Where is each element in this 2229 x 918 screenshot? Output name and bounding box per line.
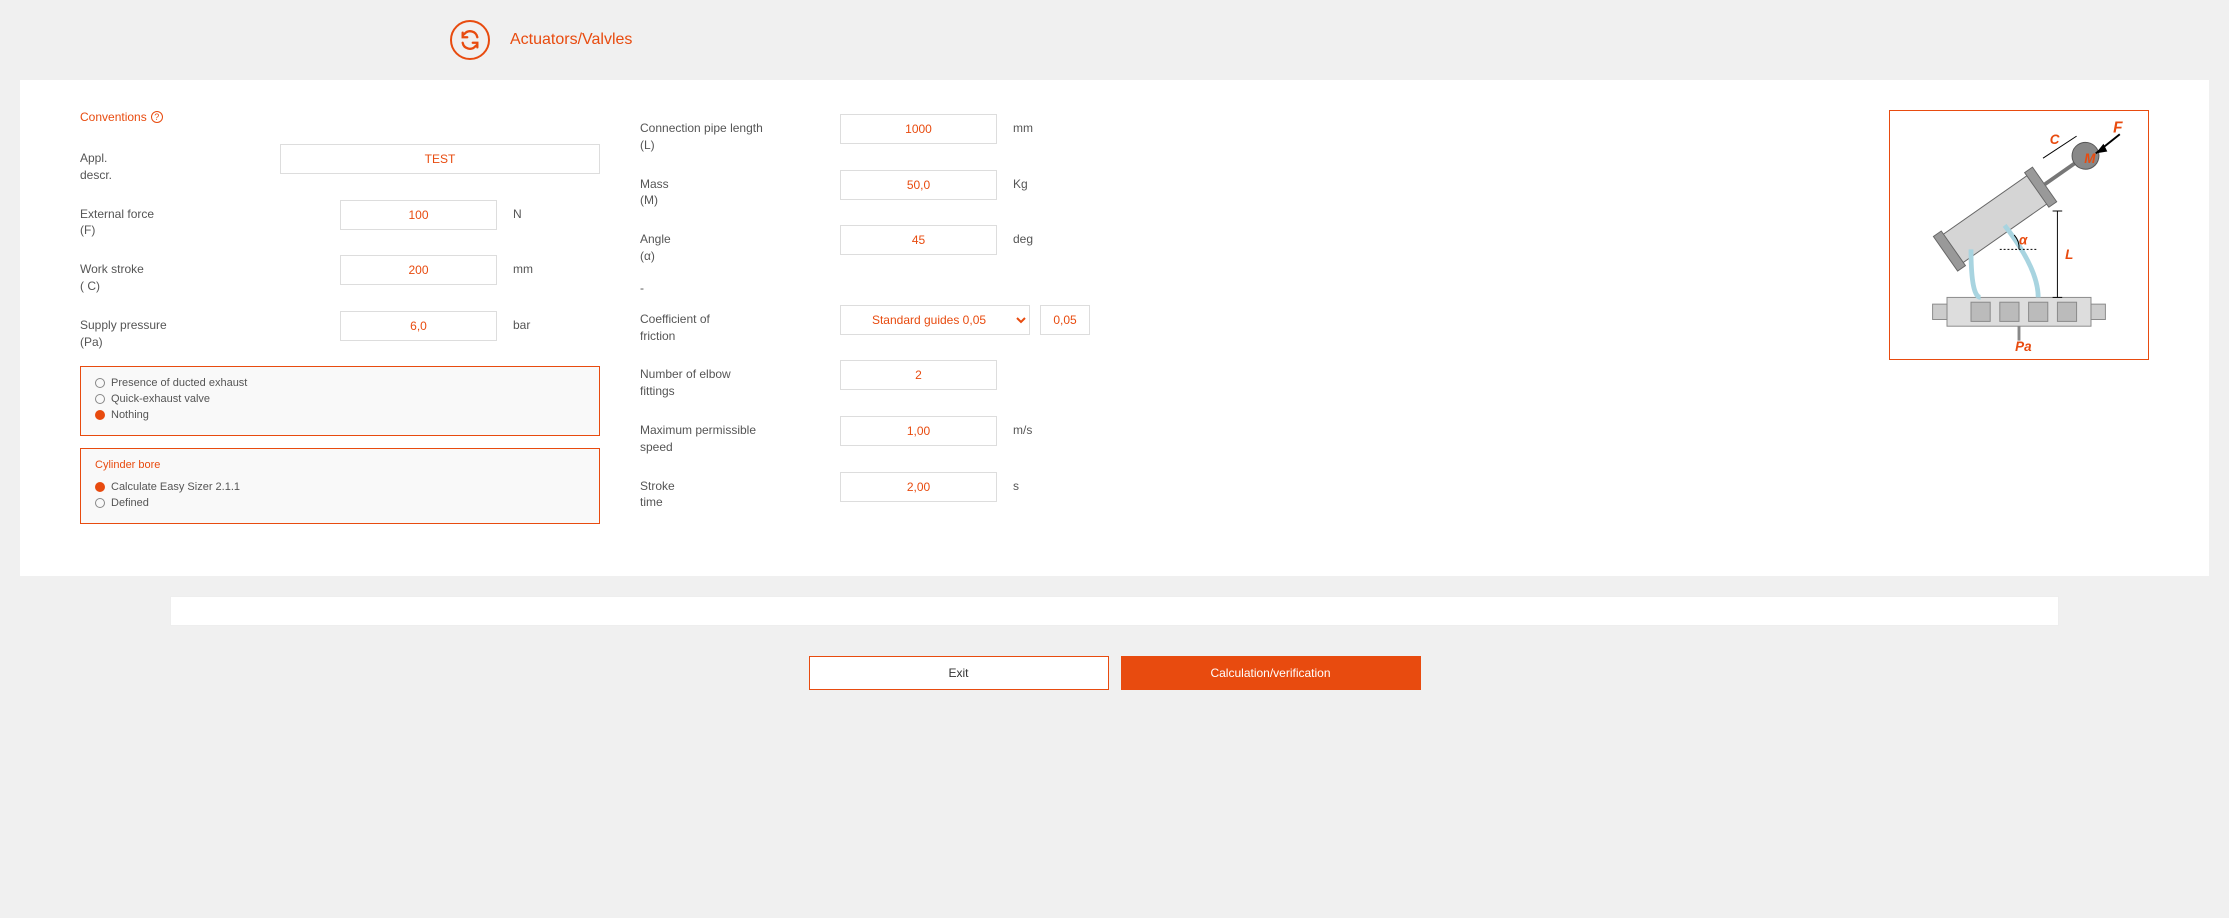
supply-pressure-label: Supply pressure (Pa) — [80, 311, 280, 351]
cof-label: Coefficient of friction — [640, 305, 840, 345]
page-title: Actuators/Valvles — [510, 31, 632, 49]
elbow-label: Number of elbow fittings — [640, 360, 840, 400]
svg-text:Pa: Pa — [2015, 339, 2032, 354]
radio-icon — [95, 410, 105, 420]
svg-text:L: L — [2065, 247, 2073, 262]
bore-option-calculate[interactable]: Calculate Easy Sizer 2.1.1 — [95, 481, 585, 493]
right-column: Connection pipe length (L) mm Mass (M) K… — [640, 110, 1160, 527]
exhaust-option-quick[interactable]: Quick-exhaust valve — [95, 393, 585, 405]
appl-descr-input[interactable] — [280, 144, 600, 174]
angle-input[interactable] — [840, 225, 997, 255]
stroke-time-unit: s — [1013, 472, 1019, 493]
radio-icon — [95, 394, 105, 404]
mass-unit: Kg — [1013, 170, 1028, 191]
pipe-length-input[interactable] — [840, 114, 997, 144]
angle-unit: deg — [1013, 225, 1033, 246]
stroke-time-label: Stroke time — [640, 472, 840, 512]
radio-icon — [95, 378, 105, 388]
svg-text:M: M — [2084, 151, 2096, 166]
speed-unit: m/s — [1013, 416, 1032, 437]
work-stroke-unit: mm — [513, 255, 533, 276]
supply-pressure-unit: bar — [513, 311, 530, 332]
angle-label: Angle (α) — [640, 225, 840, 265]
exhaust-option-ducted[interactable]: Presence of ducted exhaust — [95, 377, 585, 389]
bore-title: Cylinder bore — [95, 459, 585, 471]
pipe-length-unit: mm — [1013, 114, 1033, 135]
separator-dash: - — [640, 281, 1160, 295]
svg-text:C: C — [2050, 132, 2060, 147]
button-row: Exit Calculation/verification — [10, 656, 2219, 690]
conventions-link[interactable]: Conventions ? — [80, 110, 600, 124]
refresh-icon[interactable] — [450, 20, 490, 60]
radio-icon — [95, 498, 105, 508]
exhaust-option-nothing[interactable]: Nothing — [95, 409, 585, 421]
speed-input[interactable] — [840, 416, 997, 446]
external-force-input[interactable] — [340, 200, 497, 230]
help-icon[interactable]: ? — [151, 111, 163, 123]
mass-input[interactable] — [840, 170, 997, 200]
header: Actuators/Valvles — [10, 10, 2219, 80]
external-force-label: External force (F) — [80, 200, 280, 240]
external-force-unit: N — [513, 200, 522, 221]
svg-text:α: α — [2019, 233, 2028, 248]
exit-button[interactable]: Exit — [809, 656, 1109, 690]
bore-option-box: Cylinder bore Calculate Easy Sizer 2.1.1… — [80, 448, 600, 524]
radio-icon — [95, 482, 105, 492]
calculate-button[interactable]: Calculation/verification — [1121, 656, 1421, 690]
bore-option-defined[interactable]: Defined — [95, 497, 585, 509]
conventions-label: Conventions — [80, 110, 147, 124]
status-bar — [170, 596, 2059, 626]
elbow-input[interactable] — [840, 360, 997, 390]
diagram-column: F M C L α Pa — [1889, 110, 2149, 360]
cof-select[interactable]: Standard guides 0,05 — [840, 305, 1030, 335]
speed-label: Maximum permissible speed — [640, 416, 840, 456]
appl-descr-label: Appl. descr. — [80, 144, 280, 184]
svg-text:F: F — [2113, 119, 2123, 136]
mass-label: Mass (M) — [640, 170, 840, 210]
supply-pressure-input[interactable] — [340, 311, 497, 341]
main-panel: Conventions ? Appl. descr. External forc… — [20, 80, 2209, 576]
cof-value-input[interactable] — [1040, 305, 1090, 335]
pipe-length-label: Connection pipe length (L) — [640, 114, 840, 154]
work-stroke-input[interactable] — [340, 255, 497, 285]
actuator-diagram: F M C L α Pa — [1889, 110, 2149, 360]
exhaust-option-box: Presence of ducted exhaust Quick-exhaust… — [80, 366, 600, 436]
left-column: Conventions ? Appl. descr. External forc… — [80, 110, 600, 536]
work-stroke-label: Work stroke ( C) — [80, 255, 280, 295]
stroke-time-input[interactable] — [840, 472, 997, 502]
